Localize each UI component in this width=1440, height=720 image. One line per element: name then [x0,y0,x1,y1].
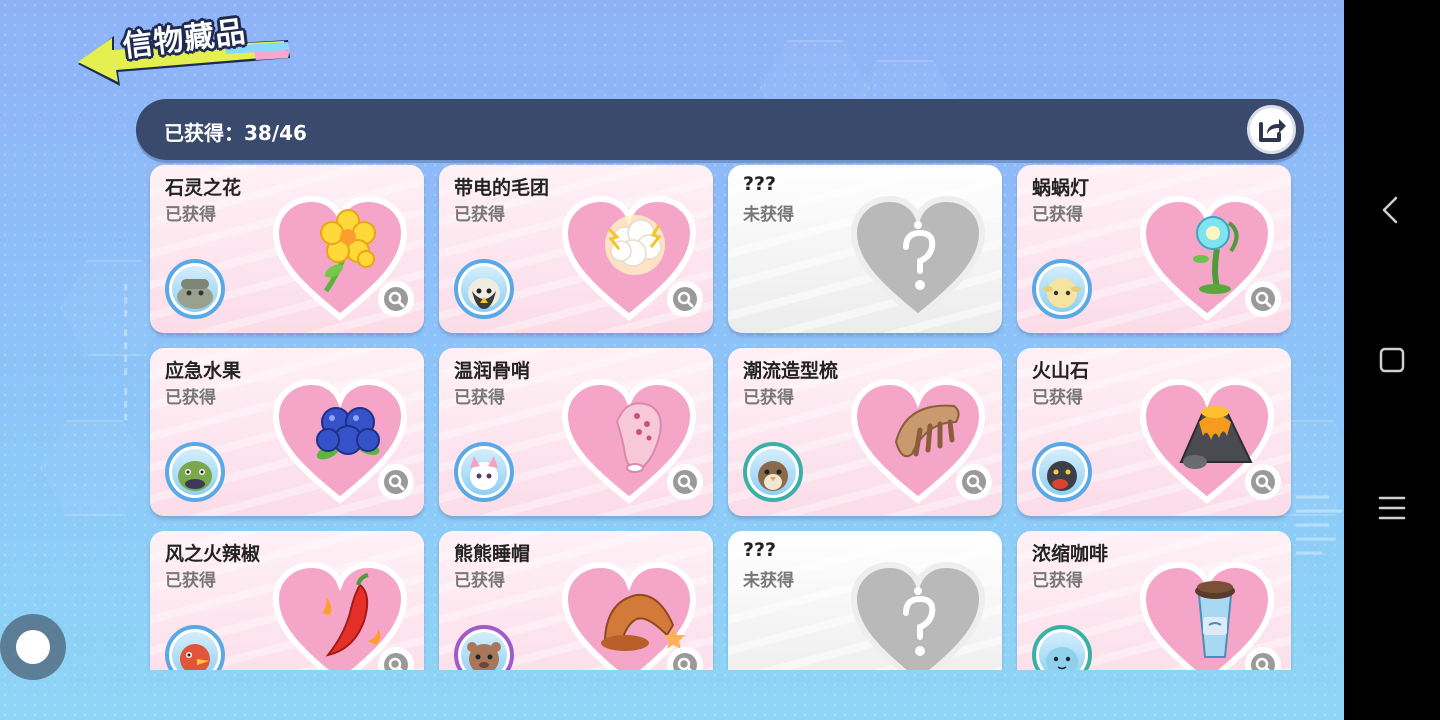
item-name: 熊熊睡帽 [454,543,531,565]
green-turtle-avatar [165,442,225,502]
yellow-flower-icon [320,209,376,293]
question-heart-icon [850,561,986,670]
collection-card[interactable]: 蜗蜗灯 已获得 [1017,165,1291,333]
item-status: 已获得 [1032,388,1083,408]
magnifier-icon [1251,653,1275,670]
blueberry-icon [316,407,380,460]
collection-screen: ▮▮▮ ▮▮▮▮ ▮▮▮ ▬▬▬▬▬ ▬▬▬▬▬▬▬ ▬▬▬▬▬ ▬▬▬▬▬▬ ▬▬▬▬… [0,0,1344,720]
magnifier-icon [384,653,408,670]
magnifier-icon [384,470,408,494]
electric-fluff-icon [605,215,665,275]
item-status: 已获得 [1032,571,1083,591]
zoom-button[interactable] [667,464,703,500]
share-icon [1258,118,1286,142]
item-status: 已获得 [454,205,505,225]
item-name: 蜗蜗灯 [1032,177,1090,199]
zoom-button[interactable] [667,281,703,317]
chili-pepper-icon [322,573,381,657]
collection-card-locked[interactable]: ??? 未获得 [728,531,1002,670]
bone-whistle-icon [615,402,662,473]
item-name: 火山石 [1032,360,1090,382]
nav-menu-button[interactable] [1372,488,1412,528]
floating-assistive-button[interactable] [0,614,66,680]
square-icon [1379,347,1405,373]
magnifier-icon [1251,287,1275,311]
stone-creature-avatar [165,259,225,319]
share-button[interactable] [1247,105,1296,154]
collection-card[interactable]: 火山石 已获得 [1017,348,1291,516]
item-name: 温润骨哨 [454,360,531,382]
magnifier-icon [673,653,697,670]
red-bird-avatar [165,625,225,670]
item-status: 已获得 [165,205,216,225]
question-heart-icon [850,195,986,321]
item-status: 未获得 [743,571,794,591]
item-name: 潮流造型梳 [743,360,839,382]
side-decoration-text: ▮▮▮ ▮▮▮▮ ▮▮▮ [119,280,132,424]
item-status: 已获得 [454,571,505,591]
menu-lines-icon [1378,496,1406,520]
collection-card[interactable]: 熊熊睡帽 已获得 [439,531,713,670]
collection-card-locked[interactable]: ??? 未获得 [728,165,1002,333]
volcano-rock-icon [1179,406,1253,469]
item-name: 风之火辣椒 [165,543,261,565]
hex-decoration [40,420,150,516]
dark-dragon-avatar [1032,442,1092,502]
zoom-button[interactable] [1245,281,1281,317]
magnifier-icon [1251,470,1275,494]
collection-grid[interactable]: 石灵之花 已获得 带电的毛团 已获得 ??? 未获得 蜗蜗灯 已获得 应急水果 … [140,162,1304,670]
item-status: 已获得 [165,388,216,408]
collection-card[interactable]: 温润骨哨 已获得 [439,348,713,516]
item-status: 已获得 [165,571,216,591]
zoom-button[interactable] [378,464,414,500]
magnifier-icon [962,470,986,494]
brown-bird-avatar [743,442,803,502]
collection-card[interactable]: 浓缩咖啡 已获得 [1017,531,1291,670]
brown-bear-avatar [454,625,514,670]
zoom-button[interactable] [378,281,414,317]
item-name: ??? [743,539,777,561]
zoom-button[interactable] [1245,464,1281,500]
blue-slime-avatar [1032,625,1092,670]
snail-lamp-icon [1193,216,1239,294]
item-status: 已获得 [454,388,505,408]
item-name: ??? [743,173,777,195]
item-status: 未获得 [743,205,794,225]
obtained-count: 已获得：38/46 [164,121,307,145]
white-fur-avatar [454,259,514,319]
item-name: 应急水果 [165,360,242,382]
yellow-sheep-avatar [1032,259,1092,319]
pink-cat-avatar [454,442,514,502]
nav-home-button[interactable] [1372,340,1412,380]
system-navigation-bar [1344,0,1440,720]
sleep-cap-icon [601,593,685,651]
coffee-cup-icon [1195,581,1235,658]
magnifier-icon [384,287,408,311]
collection-card[interactable]: 应急水果 已获得 [150,348,424,516]
magnifier-icon [673,287,697,311]
collection-card[interactable]: 潮流造型梳 已获得 [728,348,1002,516]
zoom-button[interactable] [956,464,992,500]
nav-back-button[interactable] [1372,190,1412,230]
collection-card[interactable]: 带电的毛团 已获得 [439,165,713,333]
collection-card[interactable]: 风之火辣椒 已获得 [150,531,424,670]
item-name: 石灵之花 [165,177,242,199]
magnifier-icon [673,470,697,494]
item-name: 浓缩咖啡 [1032,543,1109,565]
item-status: 已获得 [743,388,794,408]
comb-icon [894,404,960,458]
collection-progress-bar: 已获得：38/46 [136,99,1304,160]
back-chevron-icon [1382,196,1398,224]
collection-card[interactable]: 石灵之花 已获得 [150,165,424,333]
item-status: 已获得 [1032,205,1083,225]
item-name: 带电的毛团 [454,177,550,199]
